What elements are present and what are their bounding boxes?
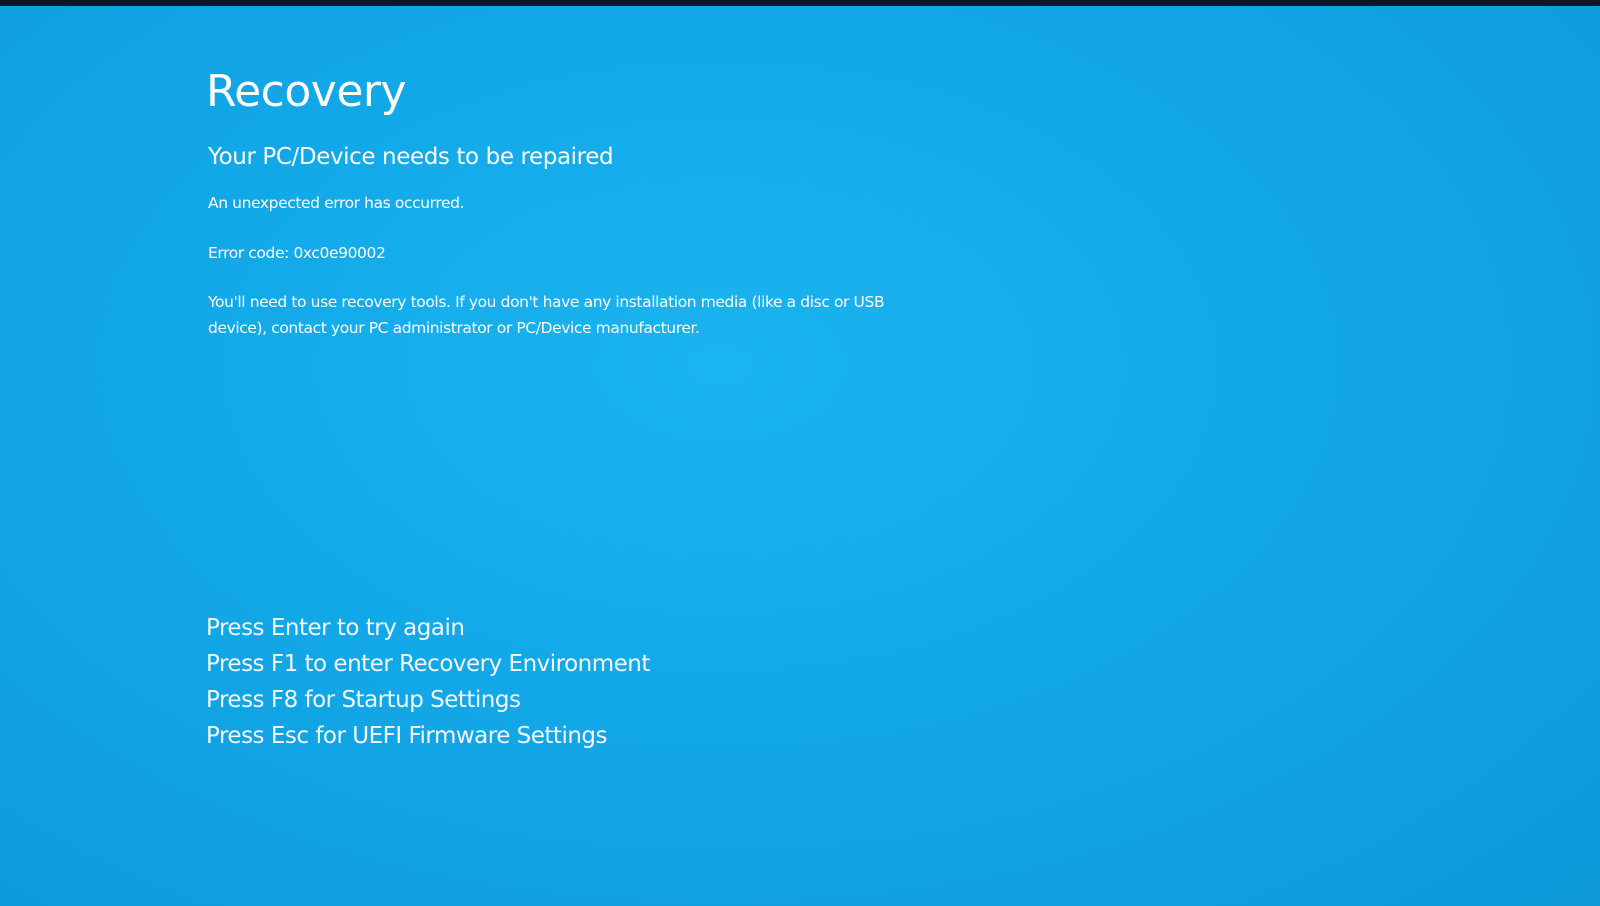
option-esc-uefi-settings[interactable]: Press Esc for UEFI Firmware Settings (206, 718, 650, 754)
page-title: Recovery (206, 66, 407, 117)
keyboard-options-list: Press Enter to try again Press F1 to ent… (206, 610, 650, 754)
recovery-screen: Recovery Your PC/Device needs to be repa… (0, 6, 1600, 906)
error-code: Error code: 0xc0e90002 (208, 244, 386, 263)
repair-subtitle: Your PC/Device needs to be repaired (208, 144, 614, 171)
recovery-tools-message: You'll need to use recovery tools. If yo… (208, 292, 885, 338)
error-message: An unexpected error has occurred. (208, 193, 465, 212)
option-f8-startup-settings[interactable]: Press F8 for Startup Settings (206, 682, 650, 718)
recovery-message-panel: Recovery Your PC/Device needs to be repa… (206, 66, 966, 341)
option-f1-recovery-environment[interactable]: Press F1 to enter Recovery Environment (206, 646, 650, 682)
option-enter-try-again[interactable]: Press Enter to try again (206, 610, 650, 646)
